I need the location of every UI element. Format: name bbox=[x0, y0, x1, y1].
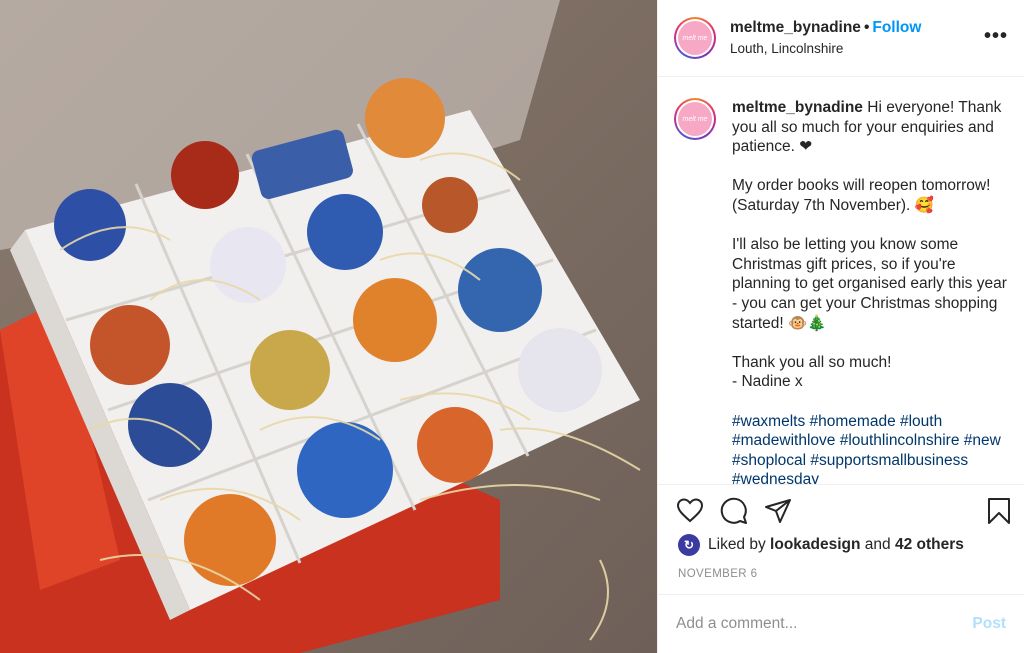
separator-dot: • bbox=[863, 19, 870, 36]
comment-input[interactable]: Add a comment... bbox=[676, 615, 972, 633]
liker-username[interactable]: lookadesign bbox=[770, 536, 860, 554]
caption-hashtags[interactable]: #waxmelts #homemade #louth #madewithlove… bbox=[732, 413, 1005, 485]
liker-avatar[interactable]: ↻ bbox=[678, 534, 700, 556]
bookmark-icon[interactable] bbox=[985, 497, 1013, 525]
more-horizontal-icon[interactable]: ••• bbox=[984, 26, 1008, 46]
caption-avatar[interactable]: melt me bbox=[674, 98, 716, 140]
heart-icon[interactable] bbox=[676, 497, 704, 525]
post-photo[interactable] bbox=[0, 0, 657, 653]
header-username[interactable]: meltme_bynadine bbox=[730, 19, 861, 36]
caption-body: Hi everyone! Thank you all so much for y… bbox=[732, 99, 1007, 391]
post-header: melt me meltme_bynadine • Follow Louth, Li… bbox=[658, 0, 1024, 77]
comment-box: Add a comment... Post bbox=[658, 594, 1024, 653]
post-comment-button[interactable]: Post bbox=[972, 615, 1006, 633]
header-text: meltme_bynadine • Follow Louth, Lincolnshi… bbox=[730, 18, 921, 58]
comment-icon[interactable] bbox=[720, 497, 748, 525]
avatar-image: melt me bbox=[678, 21, 712, 55]
follow-button[interactable]: Follow bbox=[872, 19, 921, 36]
post-date[interactable]: NOVEMBER 6 bbox=[678, 568, 757, 580]
caption-area: melt me meltme_bynadine Hi everyone! Tha… bbox=[658, 78, 1024, 484]
caption-avatar-image: melt me bbox=[678, 102, 712, 136]
likes-line: ↻ Liked by lookadesign and 42 others bbox=[678, 534, 964, 556]
paper-plane-icon[interactable] bbox=[764, 497, 792, 525]
photo-illustration bbox=[0, 0, 657, 653]
action-bar bbox=[658, 484, 1024, 540]
likes-prefix: Liked by bbox=[708, 536, 766, 553]
instagram-post: melt me meltme_bynadine • Follow Louth, Li… bbox=[0, 0, 1024, 653]
caption-username[interactable]: meltme_bynadine bbox=[732, 99, 863, 116]
post-sidebar: melt me meltme_bynadine • Follow Louth, Li… bbox=[657, 0, 1024, 653]
avatar[interactable]: melt me bbox=[674, 17, 716, 59]
likes-others-link[interactable]: 42 others bbox=[895, 536, 964, 554]
likes-conjunction: and bbox=[864, 536, 891, 553]
caption-text: meltme_bynadine Hi everyone! Thank you a… bbox=[732, 98, 1008, 484]
location-link[interactable]: Louth, Lincolnshire bbox=[730, 40, 921, 58]
